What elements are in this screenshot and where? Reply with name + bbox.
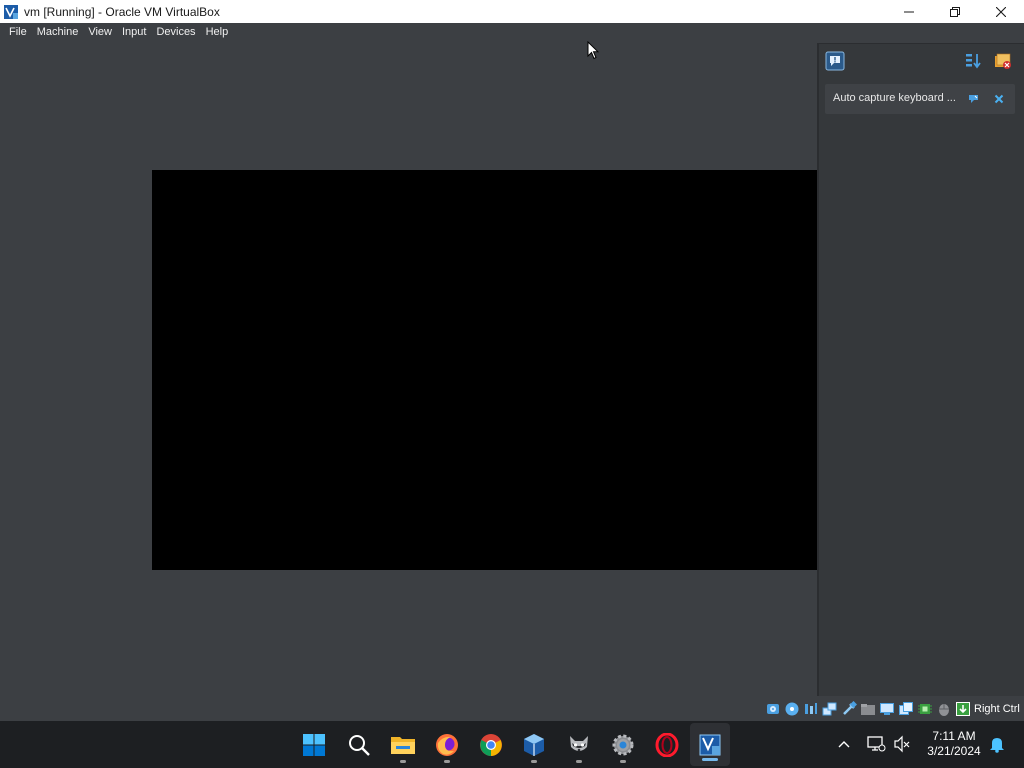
mouse-cursor-icon [587,41,599,60]
optical-drive-icon[interactable] [784,701,800,717]
audio-icon[interactable] [803,701,819,717]
notifications-bell-icon[interactable] [988,735,1006,753]
clear-all-icon [995,53,1011,69]
taskbar-file-explorer[interactable] [383,721,423,768]
notification-icon [825,51,845,71]
clock-date: 3/21/2024 [927,744,981,758]
taskbar-firefox[interactable] [427,721,467,768]
menu-devices[interactable]: Devices [151,23,200,42]
window-title: vm [Running] - Oracle VM VirtualBox [24,4,220,19]
hard-disk-icon[interactable] [765,701,781,717]
notification-toggle-button[interactable] [825,51,845,71]
shared-folders-icon[interactable] [860,701,876,717]
menu-input[interactable]: Input [117,23,151,42]
sort-button[interactable] [963,51,983,71]
cpu-icon[interactable] [917,701,933,717]
running-indicator [444,760,450,763]
minimize-icon [904,11,914,12]
firefox-icon [436,733,458,756]
keyboard-capture-icon[interactable] [955,701,971,717]
window-controls [886,0,1024,23]
menu-bar: File Machine View Input Devices Help [0,23,1024,42]
menu-file[interactable]: File [4,23,32,42]
close-icon [996,6,1006,17]
restore-button[interactable] [932,0,978,23]
vm-display[interactable] [152,170,817,570]
clock-time: 7:11 AM [932,729,976,743]
sort-icon [966,54,981,69]
search-icon [349,734,370,756]
notification-text: Auto capture keyboard ... [833,92,956,104]
raccoon-icon [570,735,588,751]
network-icon[interactable] [822,701,838,717]
vm-status-bar: Right Ctrl [765,697,1024,721]
running-indicator [620,760,626,763]
display-icon[interactable] [879,701,895,717]
virtualbox-logo-icon [4,4,18,19]
network-status-icon[interactable] [866,735,886,753]
search-button[interactable] [339,721,379,768]
notification-center: Auto capture keyboard ... [817,43,1024,696]
mouse-integration-icon[interactable] [936,701,952,717]
running-indicator [531,760,537,763]
restore-icon [950,6,960,17]
dismiss-icon[interactable] [993,93,1005,105]
virtualbox-vm-icon [699,734,721,755]
notification-item: Auto capture keyboard ... [825,84,1015,114]
active-indicator [702,758,718,761]
file-explorer-icon [391,736,415,754]
taskbar-opera[interactable] [647,721,687,768]
start-button[interactable] [294,721,334,768]
running-indicator [400,760,406,763]
opera-icon [655,732,679,757]
taskbar-settings[interactable] [603,721,643,768]
pin-icon[interactable] [968,93,980,105]
usb-icon[interactable] [841,701,857,717]
virtualbox-cube-icon [524,733,544,756]
minimize-button[interactable] [886,0,932,23]
menu-view[interactable]: View [83,23,117,42]
volume-muted-icon[interactable] [893,735,911,753]
show-hidden-icons-chevron-icon[interactable] [837,738,851,750]
recording-icon[interactable] [898,701,914,717]
running-indicator [576,760,582,763]
taskbar: 7:11 AM 3/21/2024 [0,721,1024,768]
host-key-label[interactable]: Right Ctrl [974,703,1020,715]
menu-help[interactable]: Help [201,23,234,42]
close-button[interactable] [978,0,1024,23]
taskbar-raccoon-app[interactable] [559,721,599,768]
title-bar: vm [Running] - Oracle VM VirtualBox [0,0,1024,23]
taskbar-chrome[interactable] [471,721,511,768]
settings-gear-icon [612,734,634,755]
taskbar-virtualbox-vm[interactable] [690,723,730,766]
menu-machine[interactable]: Machine [32,23,84,42]
chrome-icon [480,733,502,756]
windows-logo-icon [303,733,325,756]
clear-all-button[interactable] [993,51,1013,71]
taskbar-clock[interactable]: 7:11 AM 3/21/2024 [924,729,984,759]
taskbar-virtualbox[interactable] [514,721,554,768]
